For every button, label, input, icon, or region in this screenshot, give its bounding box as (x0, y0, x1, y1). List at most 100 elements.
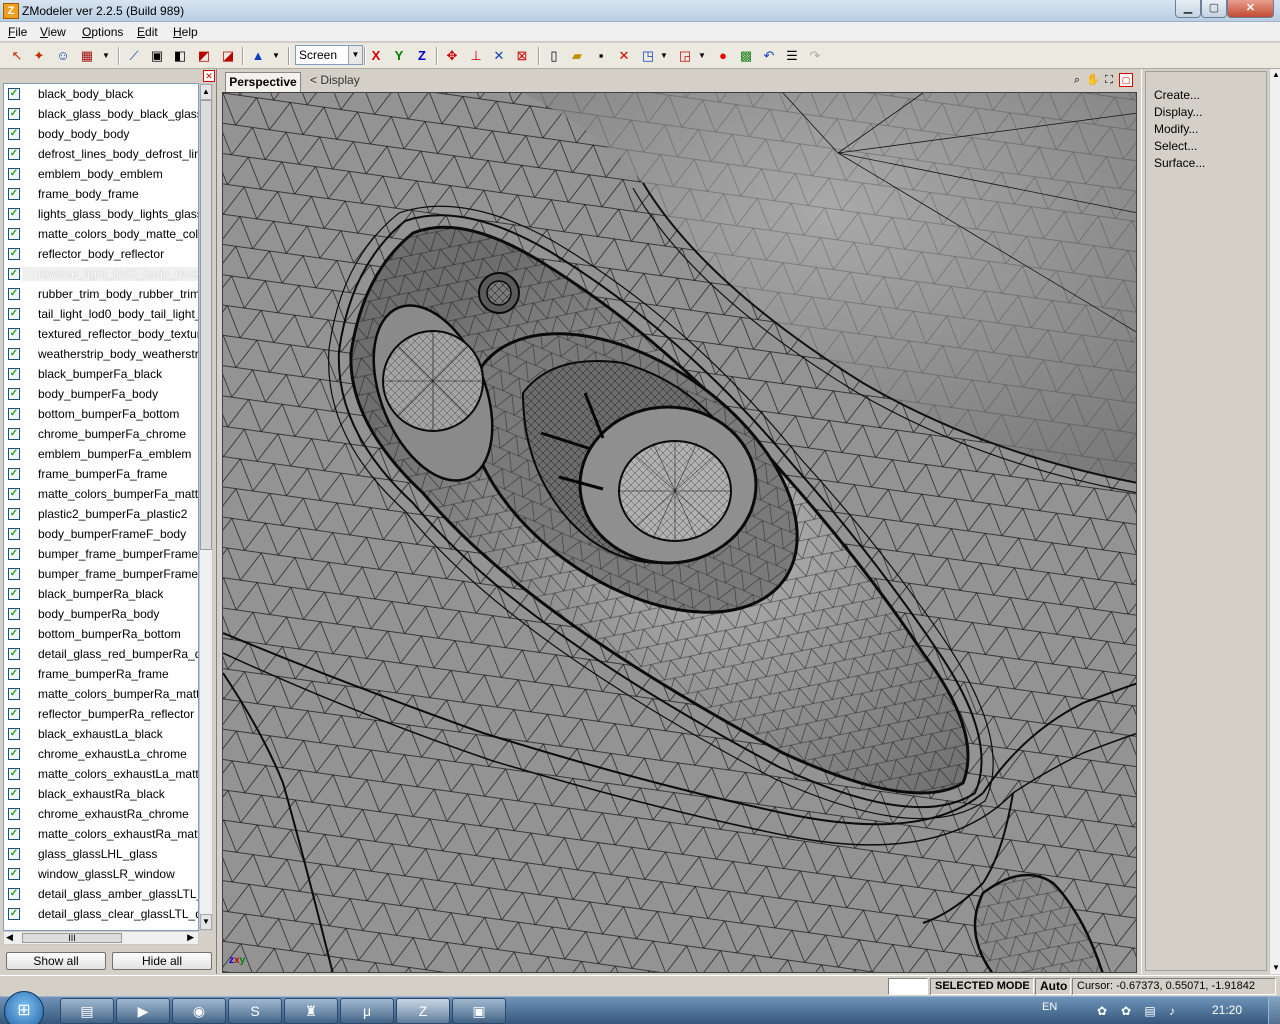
visibility-checkbox[interactable]: ✓ (8, 128, 20, 140)
coordinate-system-select[interactable]: Screen ▼ (295, 45, 363, 65)
visibility-checkbox[interactable]: ✓ (8, 168, 20, 180)
object-list-item[interactable]: ✓ bumper_frame_bumperFrame (4, 564, 198, 584)
object-list-item[interactable]: ✓ emblem_body_emblem (4, 164, 198, 184)
object-list-item[interactable]: ✓ window_glassLR_window (4, 864, 198, 884)
visibility-checkbox[interactable]: ✓ (8, 728, 20, 740)
visibility-checkbox[interactable]: ✓ (8, 188, 20, 200)
scroll-right-arrow-icon[interactable]: ▶ (187, 932, 194, 943)
start-button[interactable]: ⊞ (4, 991, 44, 1024)
display-menu[interactable]: < Display (310, 73, 360, 87)
visibility-checkbox[interactable]: ✓ (8, 528, 20, 540)
visibility-checkbox[interactable]: ✓ (8, 788, 20, 800)
layers-icon[interactable]: ▦ (78, 47, 96, 65)
firefox-icon[interactable]: ◉ (172, 998, 226, 1024)
visibility-checkbox[interactable]: ✓ (8, 108, 20, 120)
zoom-icon[interactable]: ⌕ (1070, 73, 1084, 87)
hscroll-thumb[interactable]: III (22, 933, 122, 943)
object-list-item[interactable]: ✓ emblem_bumperFa_emblem (4, 444, 198, 464)
object-list-item[interactable]: ✓ black_body_black (4, 84, 198, 104)
visibility-checkbox[interactable]: ✓ (8, 648, 20, 660)
axis-y-toggle[interactable]: Y (390, 47, 408, 65)
object-list-item[interactable]: ✓ chrome_bumperFa_chrome (4, 424, 198, 444)
visibility-checkbox[interactable]: ✓ (8, 808, 20, 820)
save-icon[interactable]: ▪ (592, 47, 610, 65)
import-icon[interactable]: ◳ (639, 47, 657, 65)
visibility-checkbox[interactable]: ✓ (8, 628, 20, 640)
zmodeler-icon[interactable]: Z (396, 998, 450, 1024)
menu-edit[interactable]: Edit (137, 25, 158, 39)
object-list-item[interactable]: ✓ black_exhaustLa_black (4, 724, 198, 744)
visibility-checkbox[interactable]: ✓ (8, 748, 20, 760)
menu-view[interactable]: View (40, 25, 66, 39)
visibility-checkbox[interactable]: ✓ (8, 508, 20, 520)
cube4-icon[interactable]: ◪ (219, 47, 237, 65)
cube3-icon[interactable]: ◩ (195, 47, 213, 65)
object-list-item[interactable]: ✓ black_exhaustRa_black (4, 784, 198, 804)
object-list-item[interactable]: ✓ matte_colors_bumperRa_matt (4, 684, 198, 704)
object-list-item[interactable]: ✓ bottom_bumperFa_bottom (4, 404, 198, 424)
axis-z-toggle[interactable]: Z (413, 47, 431, 65)
figure-icon[interactable]: ☺ (54, 47, 72, 65)
maximize-viewport-button[interactable]: ▢ (1119, 73, 1133, 87)
visibility-checkbox[interactable]: ✓ (8, 368, 20, 380)
visibility-checkbox[interactable]: ✓ (8, 488, 20, 500)
visibility-checkbox[interactable]: ✓ (8, 608, 20, 620)
cube-icon[interactable]: ▣ (148, 47, 166, 65)
pan-hand-icon[interactable]: ✋ (1086, 73, 1100, 87)
display-command[interactable]: Display... (1154, 105, 1202, 119)
object-list-item[interactable]: ✓ chrome_exhaustLa_chrome (4, 744, 198, 764)
object-list-item[interactable]: ✓ weatherstrip_body_weatherstr (4, 344, 198, 364)
object-list-item[interactable]: ✓ frame_body_frame (4, 184, 198, 204)
tray-app2-icon[interactable]: ✿ (1118, 1003, 1134, 1019)
object-list-item[interactable]: ✓ bottom_bumperRa_bottom (4, 624, 198, 644)
object-list-item[interactable]: ✓ matte_colors_body_matte_col (4, 224, 198, 244)
object-list-item[interactable]: ✓ body_bumperFrameF_body (4, 524, 198, 544)
tray-app-icon[interactable]: ✿ (1094, 1003, 1110, 1019)
object-list-item[interactable]: ✓ bumper_frame_bumperFrame (4, 544, 198, 564)
object-list-item[interactable]: ✓ matte_colors_bumperFa_matt (4, 484, 198, 504)
visibility-checkbox[interactable]: ✓ (8, 668, 20, 680)
visibility-checkbox[interactable]: ✓ (8, 548, 20, 560)
auto-indicator[interactable]: Auto (1035, 978, 1071, 995)
visibility-checkbox[interactable]: ✓ (8, 688, 20, 700)
axes2-icon[interactable]: ✕ (490, 47, 508, 65)
visibility-checkbox[interactable]: ✓ (8, 88, 20, 100)
object-list-item[interactable]: ✓ black_glass_body_black_glass (4, 104, 198, 124)
visibility-checkbox[interactable]: ✓ (8, 448, 20, 460)
arrow-up-icon[interactable]: ▲ (249, 47, 267, 65)
object-list-scrollbar[interactable]: ▲ ▼ (199, 83, 213, 931)
utorrent-icon[interactable]: μ (340, 998, 394, 1024)
app-icon[interactable]: ♜ (284, 998, 338, 1024)
record-icon[interactable]: ● (714, 47, 732, 65)
axes3-icon[interactable]: ⊠ (513, 47, 531, 65)
redo-icon[interactable]: ↷ (806, 47, 824, 65)
command-panel-scrollbar[interactable]: ▲ ▼ (1269, 69, 1280, 974)
axis-x-toggle[interactable]: X (367, 47, 385, 65)
menu-options[interactable]: Options (82, 25, 123, 39)
object-list[interactable]: ✓ black_body_black ✓ black_glass_body_black… (3, 83, 199, 931)
menu-file[interactable]: File (8, 25, 27, 39)
visibility-checkbox[interactable]: ✓ (8, 388, 20, 400)
visibility-checkbox[interactable]: ✓ (8, 908, 20, 920)
network-icon[interactable]: ▤ (1142, 1003, 1158, 1019)
visibility-checkbox[interactable]: ✓ (8, 288, 20, 300)
open-folder-icon[interactable]: ▰ (568, 47, 586, 65)
object-list-item[interactable]: ✓ matte_colors_exhaustLa_matte (4, 764, 198, 784)
visibility-checkbox[interactable]: ✓ (8, 768, 20, 780)
object-list-item[interactable]: ✓ frame_bumperRa_frame (4, 664, 198, 684)
object-list-item[interactable]: ✓ defrost_lines_body_defrost_lin (4, 144, 198, 164)
visibility-checkbox[interactable]: ✓ (8, 268, 20, 280)
chevron-down-icon[interactable]: ▼ (660, 47, 668, 65)
visibility-checkbox[interactable]: ✓ (8, 708, 20, 720)
chevron-down-icon[interactable]: ▼ (102, 47, 110, 65)
visibility-checkbox[interactable]: ✓ (8, 828, 20, 840)
undo-icon[interactable]: ↶ (760, 47, 778, 65)
visibility-checkbox[interactable]: ✓ (8, 348, 20, 360)
visibility-checkbox[interactable]: ✓ (8, 468, 20, 480)
object-list-item[interactable]: ✓ detail_glass_amber_glassLTL_c (4, 884, 198, 904)
scroll-up-arrow-icon[interactable]: ▲ (1270, 69, 1280, 81)
object-list-item[interactable]: ✓ body_body_body (4, 124, 198, 144)
material-icon[interactable]: ▩ (737, 47, 755, 65)
visibility-checkbox[interactable]: ✓ (8, 868, 20, 880)
close-panel-button[interactable]: ✕ (203, 70, 215, 82)
